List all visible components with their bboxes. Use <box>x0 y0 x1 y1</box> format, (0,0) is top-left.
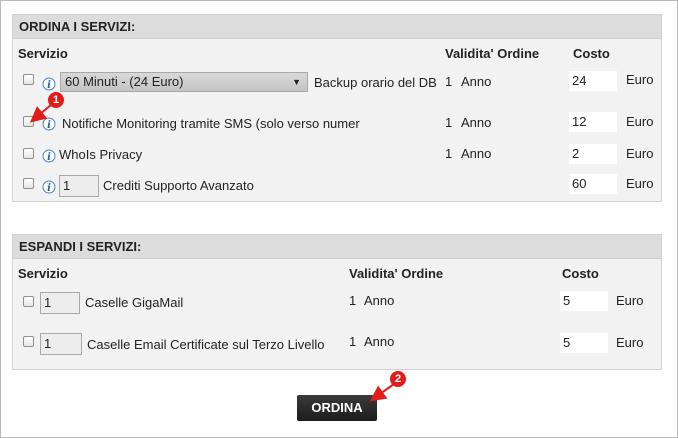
service-checkbox[interactable] <box>23 116 34 127</box>
cost-value: 5 <box>560 291 608 311</box>
svg-text:i: i <box>47 183 51 194</box>
validity-unit: Anno <box>461 146 492 161</box>
col-service-header: Servizio <box>18 46 68 61</box>
service-label: WhoIs Privacy <box>59 147 143 162</box>
annotation-marker-1: 1 <box>48 92 64 108</box>
col-cost-header: Costo <box>562 266 599 281</box>
service-label: Caselle Email Certificate sul Terzo Live… <box>87 337 325 352</box>
validity-unit: Anno <box>461 74 492 89</box>
quantity-input[interactable]: 1 <box>40 333 82 355</box>
order-services-heading: ORDINA I SERVIZI: <box>13 15 661 39</box>
service-checkbox[interactable] <box>23 148 34 159</box>
currency-label: Euro <box>626 176 654 191</box>
col-cost-header: Costo <box>573 46 610 61</box>
currency-label: Euro <box>616 293 644 308</box>
col-service-header: Servizio <box>18 266 68 281</box>
service-label: Crediti Supporto Avanzato <box>103 178 254 193</box>
validity-value: 1 <box>445 115 453 130</box>
cost-value: 2 <box>569 144 617 164</box>
col-validity-header: Validita' Ordine <box>445 46 540 61</box>
quantity-input[interactable]: 1 <box>40 292 80 314</box>
order-services-panel: ORDINA I SERVIZI: Servizio Validita' Ord… <box>12 14 662 202</box>
info-icon[interactable]: i <box>42 117 56 131</box>
svg-text:i: i <box>47 80 51 91</box>
validity-value: 1 <box>445 74 453 89</box>
service-checkbox[interactable] <box>23 74 34 85</box>
backup-plan-select[interactable]: 60 Minuti - (24 Euro) ▼ <box>60 72 308 92</box>
info-icon[interactable]: i <box>42 77 56 91</box>
validity-value: 1 <box>349 293 357 308</box>
chevron-down-icon: ▼ <box>292 77 301 87</box>
validity-value: 1 <box>349 334 357 349</box>
validity-unit: Anno <box>364 334 395 349</box>
currency-label: Euro <box>626 146 654 161</box>
info-icon[interactable]: i <box>42 180 56 194</box>
annotation-marker-2: 2 <box>390 371 406 387</box>
currency-label: Euro <box>616 335 644 350</box>
cost-value: 60 <box>569 174 617 194</box>
col-validity-header: Validita' Ordine <box>349 266 444 281</box>
svg-text:i: i <box>47 152 51 163</box>
cost-value: 5 <box>560 333 608 353</box>
svg-text:i: i <box>47 120 51 131</box>
validity-value: 1 <box>445 146 453 161</box>
service-label: Backup orario del DB <box>314 75 437 90</box>
service-label: Notifiche Monitoring tramite SMS (solo v… <box>62 116 360 131</box>
validity-unit: Anno <box>461 115 492 130</box>
info-icon[interactable]: i <box>42 149 56 163</box>
backup-plan-select-value: 60 Minuti - (24 Euro) <box>65 74 184 89</box>
service-checkbox[interactable] <box>23 178 34 189</box>
service-label: Caselle GigaMail <box>85 295 184 310</box>
validity-unit: Anno <box>364 293 395 308</box>
service-checkbox[interactable] <box>23 296 34 307</box>
expand-services-panel: ESPANDI I SERVIZI: Servizio Validita' Or… <box>12 234 662 370</box>
order-submit-button[interactable]: ORDINA <box>297 395 377 421</box>
cost-value: 12 <box>569 112 617 132</box>
expand-services-heading: ESPANDI I SERVIZI: <box>13 235 661 259</box>
cost-value: 24 <box>569 71 617 91</box>
quantity-input[interactable]: 1 <box>59 175 99 197</box>
currency-label: Euro <box>626 72 654 87</box>
service-checkbox[interactable] <box>23 336 34 347</box>
currency-label: Euro <box>626 114 654 129</box>
